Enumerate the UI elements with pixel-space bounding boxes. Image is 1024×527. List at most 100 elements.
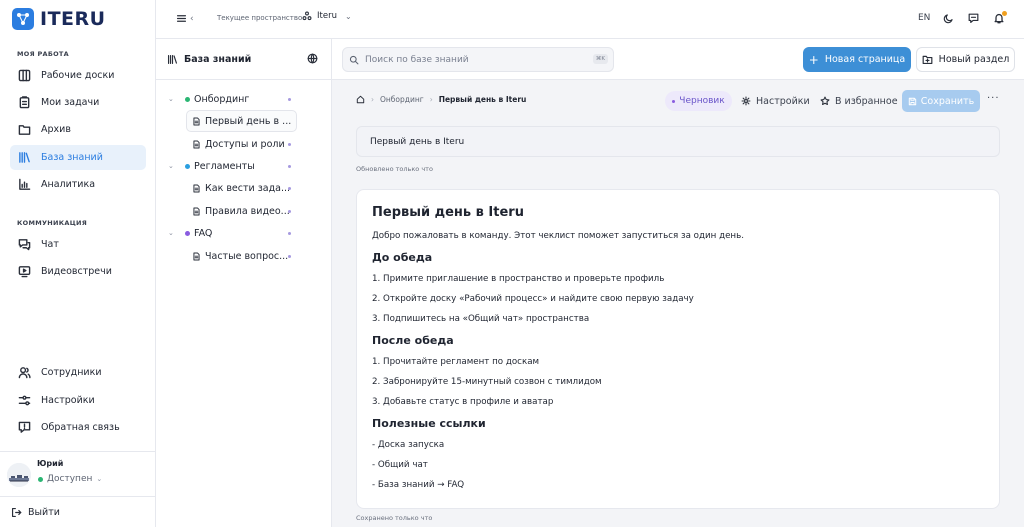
nav-item-label: Архив: [41, 124, 71, 135]
tree-doc-label: Как вести зада...: [205, 182, 291, 194]
home-icon[interactable]: [356, 95, 365, 104]
tree-folder-label: Регламенты: [194, 160, 255, 172]
users-icon: [18, 366, 31, 379]
nav-item-label: Видеовстречи: [41, 266, 112, 277]
save-button[interactable]: Сохранить: [902, 90, 980, 112]
tree-title: База знаний: [184, 53, 252, 65]
tree-more-dot[interactable]: [288, 142, 291, 146]
app-logo[interactable]: ITERU: [12, 7, 106, 31]
nav-section-communication: КОММУНИКАЦИЯ: [17, 219, 88, 227]
chevron-down-icon: ⌄: [344, 11, 352, 21]
tree-folder-onboarding[interactable]: ⌄ Онбординг: [156, 89, 332, 109]
tasks-icon: [18, 96, 31, 109]
breadcrumb: › Онбординг › Первый день в Iteru: [356, 95, 526, 104]
nav-section-work: МОЯ РАБОТА: [17, 50, 70, 58]
folder-color-dot: [185, 96, 190, 102]
logout-button[interactable]: Выйти: [0, 496, 156, 527]
search-placeholder: Поиск по базе знаний: [365, 54, 469, 65]
star-icon: [820, 96, 830, 106]
doc-paragraph: 1. Прочитайте регламент по доскам: [372, 357, 540, 367]
nav-item-video[interactable]: Видеовстречи: [10, 259, 146, 284]
tree-folder-faq[interactable]: ⌄ FAQ: [156, 223, 332, 243]
breadcrumb-item[interactable]: Онбординг: [380, 95, 424, 104]
nav-item-archive[interactable]: Архив: [10, 117, 146, 142]
nav-item-boards[interactable]: Рабочие доски: [10, 63, 146, 88]
new-section-button[interactable]: Новый раздел: [916, 47, 1015, 72]
new-section-label: Новый раздел: [938, 54, 1010, 65]
add-favorite-label: В избранное: [835, 95, 898, 107]
tree-doc-access-roles[interactable]: Доступы и роли: [156, 134, 332, 154]
user-block[interactable]: Юрий Доступен ⌄: [0, 451, 156, 495]
doc-heading-2: После обеда: [372, 334, 454, 347]
tree-doc-faq-questions[interactable]: Частые вопрос...: [156, 246, 332, 266]
status-badge[interactable]: Черновик: [665, 91, 732, 111]
library-icon: [18, 151, 31, 164]
doc-paragraph: - Общий чат: [372, 460, 428, 470]
tree-more-dot[interactable]: [288, 97, 291, 101]
nav-item-tasks[interactable]: Мои задачи: [10, 90, 146, 115]
tree-more-dot[interactable]: [288, 164, 291, 168]
avatar: [7, 463, 31, 487]
sidebar: ITERU МОЯ РАБОТА Рабочие доски Мои задач…: [0, 0, 156, 527]
folder-plus-icon: [922, 54, 933, 65]
tree-folder-label: Онбординг: [194, 93, 250, 105]
tree-more-dot[interactable]: [288, 186, 291, 190]
logo-icon: [12, 8, 34, 30]
knowledge-tree-panel: База знаний ⌄ Онбординг Первый день в ..…: [156, 39, 332, 527]
page-settings-button[interactable]: Настройки: [741, 91, 810, 111]
document-icon: [192, 116, 201, 126]
tree-doc-tasks-guide[interactable]: Как вести зада...: [156, 178, 332, 198]
tree-doc-video-rules[interactable]: Правила видео...: [156, 201, 332, 221]
nav-item-label: Настройки: [41, 395, 95, 406]
space-switcher[interactable]: Iteru ⌄: [302, 11, 352, 21]
more-options-icon[interactable]: ···: [987, 93, 1000, 104]
folder-color-dot: [185, 230, 190, 236]
page-title-input[interactable]: Первый день в Iteru: [356, 126, 1000, 157]
document-editor[interactable]: Первый день в Iteru Добро пожаловать в к…: [356, 189, 1000, 509]
search-input[interactable]: Поиск по базе знаний ⌘K: [342, 47, 614, 72]
status-dot: [38, 476, 43, 482]
status-dot: [672, 99, 676, 103]
doc-paragraph: 3. Подпишитесь на «Общий чат» пространст…: [372, 314, 590, 324]
tree-more-dot[interactable]: [288, 209, 291, 213]
tree-more-dot[interactable]: [288, 231, 291, 235]
chevron-left-icon: ‹: [190, 13, 194, 24]
tree-folder-regulations[interactable]: ⌄ Регламенты: [156, 156, 332, 176]
analytics-icon: [18, 178, 31, 191]
doc-paragraph: - База знаний → FAQ: [372, 480, 465, 490]
language-switch[interactable]: EN: [918, 13, 930, 23]
space-name: Iteru: [317, 11, 337, 21]
tree-doc-label: Частые вопрос...: [205, 250, 289, 262]
doc-paragraph: 2. Откройте доску «Рабочий процесс» и на…: [372, 294, 694, 304]
tree-doc-first-day[interactable]: Первый день в ...: [156, 111, 332, 131]
messages-icon[interactable]: [968, 13, 979, 24]
doc-paragraph: 1. Примите приглашение в пространство и …: [372, 274, 665, 284]
globe-icon[interactable]: [307, 53, 318, 64]
nav-item-settings[interactable]: Настройки: [10, 388, 146, 413]
nav-item-employees[interactable]: Сотрудники: [10, 360, 146, 385]
tree-more-dot[interactable]: [288, 254, 291, 258]
saved-status: Сохранено только что: [356, 514, 433, 522]
new-page-button[interactable]: + Новая страница: [803, 47, 911, 72]
nav-item-knowledge-base[interactable]: База знаний: [10, 145, 146, 170]
user-status-select[interactable]: Доступен ⌄: [38, 474, 102, 484]
nav-item-feedback[interactable]: Обратная связь: [10, 415, 146, 440]
breadcrumb-current: Первый день в Iteru: [438, 95, 527, 104]
nav-item-chat[interactable]: Чат: [10, 232, 146, 257]
feedback-icon: [18, 421, 31, 434]
theme-moon-icon[interactable]: [943, 13, 954, 24]
save-icon: [908, 97, 917, 106]
nav-item-label: Обратная связь: [41, 422, 120, 433]
nav-item-label: Сотрудники: [41, 367, 102, 378]
boards-icon: [18, 69, 31, 82]
nav-item-label: База знаний: [41, 152, 103, 163]
add-favorite-button[interactable]: В избранное: [820, 91, 898, 111]
nav-item-analytics[interactable]: Аналитика: [10, 172, 146, 197]
tree-doc-label: Правила видео...: [205, 205, 290, 217]
doc-heading-2: Полезные ссылки: [372, 417, 486, 430]
doc-heading-2: До обеда: [372, 251, 433, 264]
chevron-down-icon: ⌄: [168, 95, 174, 103]
space-label: Текущее пространство: [217, 14, 303, 22]
user-name: Юрий: [37, 459, 64, 468]
sidebar-toggle-button[interactable]: ‹: [176, 13, 194, 24]
